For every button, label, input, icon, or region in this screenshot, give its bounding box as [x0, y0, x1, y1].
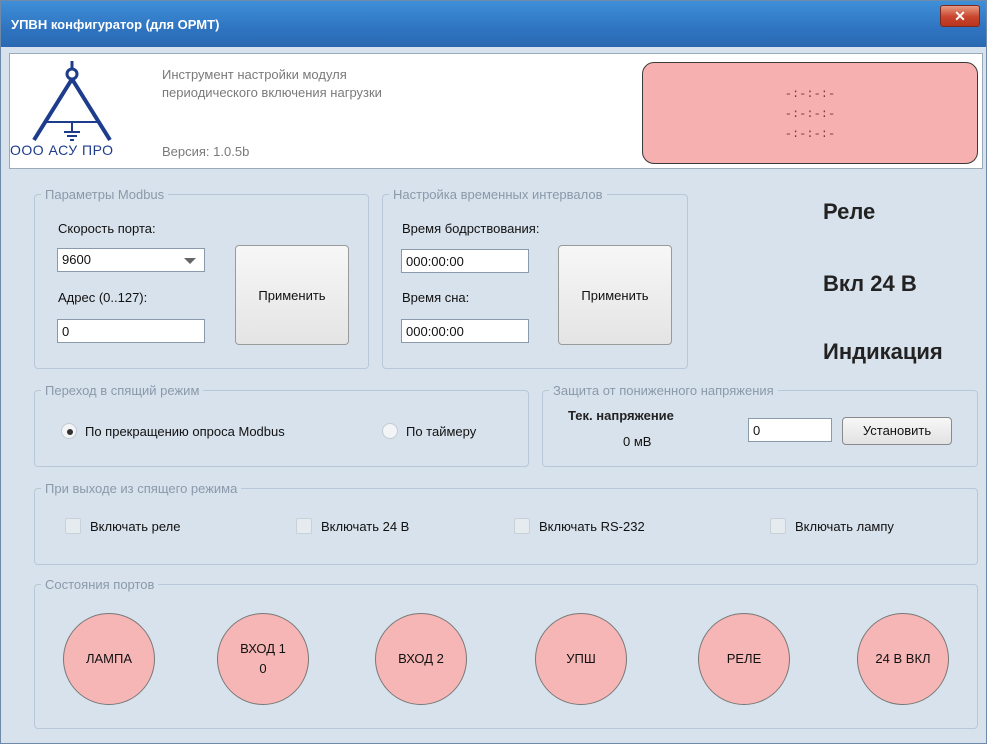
intervals-legend: Настройка временных интервалов: [393, 187, 603, 202]
set-threshold-label: Установить: [862, 423, 932, 438]
port-label: 24 В ВКЛ: [875, 651, 931, 666]
port-led-upsh: УПШ: [535, 613, 627, 705]
sleep-time-input[interactable]: [401, 319, 529, 343]
set-threshold-button[interactable]: Установить: [842, 417, 952, 445]
port-label: УПШ: [566, 651, 596, 666]
current-voltage-value: 0 мВ: [623, 434, 652, 449]
port-led-lamp: ЛАМПА: [63, 613, 155, 705]
relay-status: Реле: [823, 199, 876, 224]
sleep-time-label: Время сна:: [402, 290, 470, 305]
ports-group: Состояния портов: [34, 577, 978, 729]
wake-relay-checkbox[interactable]: [65, 518, 81, 534]
wake-lamp-label[interactable]: Включать лампу: [795, 519, 894, 534]
close-button[interactable]: ✕: [940, 5, 980, 27]
window-title: УПВН конфигуратор (для ОРМТ): [11, 17, 220, 32]
port-speed-value: 9600: [62, 252, 91, 267]
port-value: 0: [259, 661, 267, 676]
header-panel: ООО АСУ ПРО Инструмент настройки модуля …: [9, 53, 983, 169]
port-label: ЛАМПА: [85, 651, 133, 666]
wake-legend: При выходе из спящего режима: [45, 481, 238, 496]
modbus-apply-button[interactable]: Применить: [235, 245, 349, 345]
port-led-24v: 24 В ВКЛ: [857, 613, 949, 705]
port-led-relay: РЕЛЕ: [698, 613, 790, 705]
title-bar[interactable]: УПВН конфигуратор (для ОРМТ) ✕: [1, 1, 986, 47]
awake-time-label: Время бодрствования:: [402, 221, 540, 236]
intervals-apply-button[interactable]: Применить: [558, 245, 672, 345]
logo-text: ООО АСУ ПРО: [10, 142, 114, 158]
awake-time-input[interactable]: [401, 249, 529, 273]
sleep-timer-label[interactable]: По таймеру: [406, 424, 476, 439]
port-speed-select[interactable]: 9600: [57, 248, 205, 272]
chevron-down-icon: [184, 258, 196, 264]
intervals-apply-label: Применить: [581, 287, 649, 303]
undervoltage-legend: Защита от пониженного напряжения: [553, 383, 774, 398]
display-line: -:-:-:-: [784, 87, 836, 101]
app-description: Инструмент настройки модуля периодическо…: [162, 66, 502, 102]
sleep-mode-legend: Переход в спящий режим: [45, 383, 200, 398]
wake-lamp-checkbox[interactable]: [770, 518, 786, 534]
wake-relay-label[interactable]: Включать реле: [90, 519, 180, 534]
port-label: РЕЛЕ: [726, 651, 762, 666]
sleep-modbus-label[interactable]: По прекращению опроса Modbus: [85, 424, 285, 439]
app-window: УПВН конфигуратор (для ОРМТ) ✕ ООО АСУ П…: [0, 0, 987, 744]
port-label: ВХОД 1: [240, 641, 286, 656]
version-label: Версия: 1.0.5b: [162, 144, 250, 159]
current-voltage-label: Тек. напряжение: [568, 408, 674, 423]
wake-rs232-label[interactable]: Включать RS-232: [539, 519, 645, 534]
display-line: -:-:-:-: [784, 127, 836, 141]
wake-rs232-checkbox[interactable]: [514, 518, 530, 534]
power24-status: Вкл 24 В: [823, 271, 917, 296]
wake-power24-checkbox[interactable]: [296, 518, 312, 534]
voltage-threshold-input[interactable]: [748, 418, 832, 442]
indication-status: Индикация: [823, 339, 943, 364]
wake-power24-label[interactable]: Включать 24 В: [321, 519, 409, 534]
sleep-modbus-radio[interactable]: [61, 423, 77, 439]
description-line: Инструмент настройки модуля: [162, 67, 347, 82]
ports-legend: Состояния портов: [45, 577, 155, 592]
modbus-apply-label: Применить: [258, 287, 326, 303]
address-label: Адрес (0..127):: [58, 290, 148, 305]
description-line: периодического включения нагрузки: [162, 85, 382, 100]
sleep-timer-radio[interactable]: [382, 423, 398, 439]
port-led-input2: ВХОД 2: [375, 613, 467, 705]
display-line: -:-:-:-: [784, 107, 836, 121]
close-icon: ✕: [954, 8, 966, 24]
modbus-legend: Параметры Modbus: [45, 187, 165, 202]
port-speed-label: Скорость порта:: [58, 221, 156, 236]
status-display: -:-:-:- -:-:-:- -:-:-:-: [642, 62, 978, 164]
port-led-input1: ВХОД 1 0: [217, 613, 309, 705]
port-label: ВХОД 2: [398, 651, 444, 666]
address-input[interactable]: [57, 319, 205, 343]
